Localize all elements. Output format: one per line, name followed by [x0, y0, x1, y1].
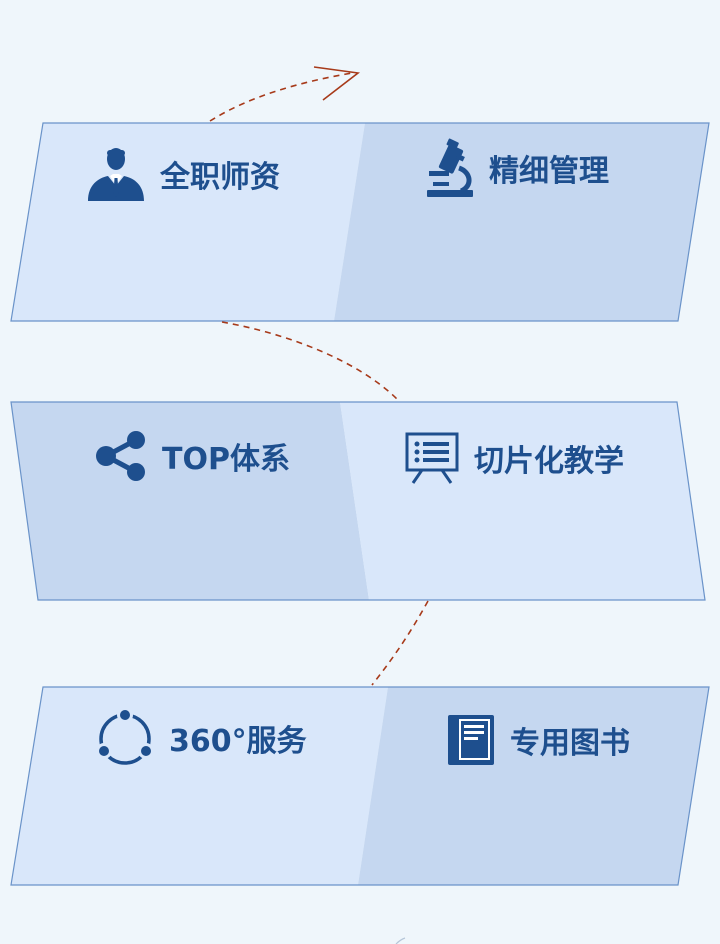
feature-sliced-teaching: 切片化教学: [404, 428, 624, 488]
feature-full-time-teachers: 全职师资: [86, 144, 280, 204]
share-icon: [94, 429, 148, 483]
connector-top: [209, 72, 353, 122]
connector-bottom: [371, 600, 429, 686]
connector-arrowhead-icon: [313, 66, 361, 101]
feature-label: 精细管理: [489, 154, 609, 189]
connector-middle: [221, 321, 399, 401]
connector-tail: [395, 937, 406, 944]
feature-360-service: 360°服务: [95, 707, 307, 769]
feature-top-system: TOP体系: [94, 426, 290, 486]
feature-label: 360°服务: [169, 724, 307, 759]
feature-label: TOP体系: [162, 442, 290, 477]
businessman-icon: [86, 145, 146, 203]
feature-label: 切片化教学: [474, 444, 624, 479]
feature-label: 全职师资: [160, 160, 280, 195]
microscope-icon: [425, 138, 475, 198]
book-icon: [446, 713, 496, 767]
feature-panel: 全职师资 精细管理 TOP体系 切片化教学 360°服务 专用图书: [0, 0, 720, 944]
feature-dedicated-books: 专用图书: [446, 710, 630, 770]
feature-fine-management: 精细管理: [425, 138, 609, 198]
presentation-board-icon: [404, 430, 460, 486]
cycle-icon: [95, 707, 155, 769]
feature-label: 专用图书: [510, 726, 630, 761]
